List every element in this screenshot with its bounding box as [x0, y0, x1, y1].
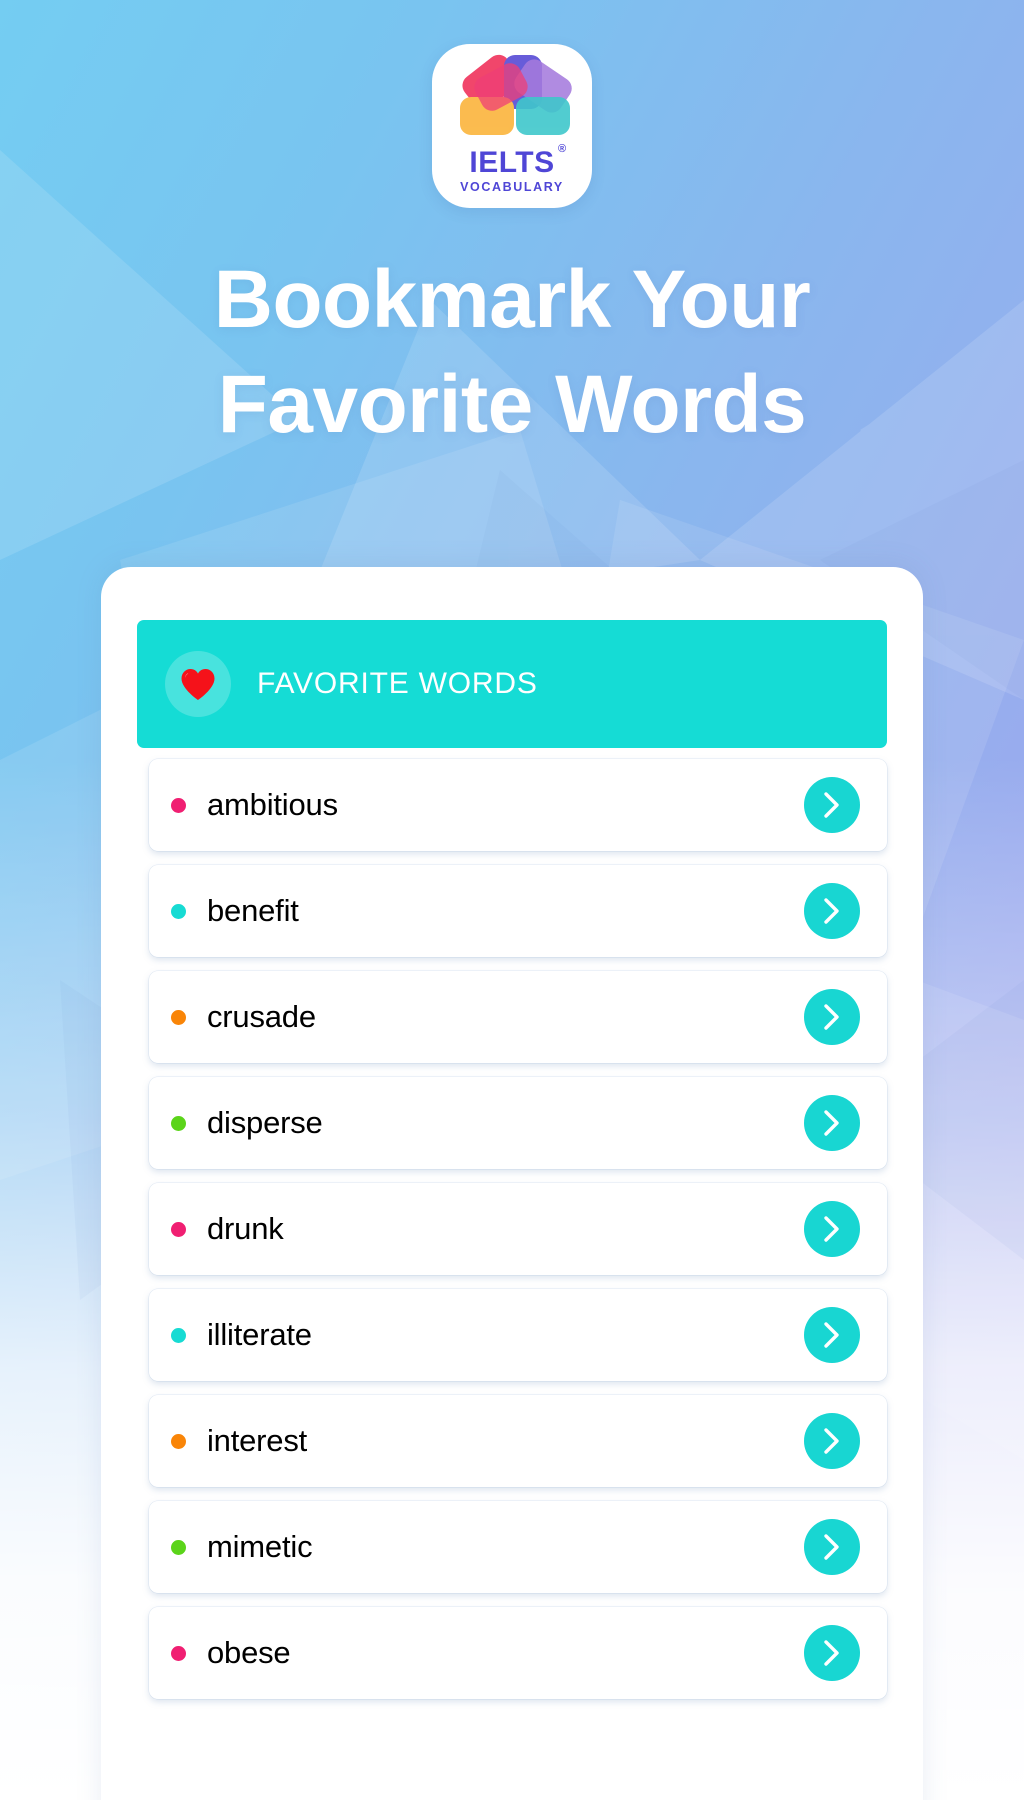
chevron-right-icon[interactable] [804, 883, 860, 939]
favorite-words-title: FAVORITE WORDS [257, 667, 538, 700]
list-item[interactable]: obese [149, 1607, 887, 1699]
page-title-line2: Favorite Words [217, 358, 807, 450]
chevron-right-icon[interactable] [804, 1519, 860, 1575]
word-label: benefit [207, 893, 299, 928]
list-item[interactable]: illiterate [149, 1289, 887, 1381]
chevron-right-icon[interactable] [804, 1625, 860, 1681]
page-title: Bookmark Your Favorite Words [0, 248, 1024, 458]
list-item[interactable]: mimetic [149, 1501, 887, 1593]
word-bullet-icon [171, 1645, 186, 1661]
promo-screen: IELTS ® VOCABULARY Bookmark Your Favorite… [0, 0, 1024, 1800]
chevron-right-icon[interactable] [804, 1413, 860, 1469]
chevron-right-icon[interactable] [804, 1307, 860, 1363]
list-item[interactable]: ambitious [149, 759, 887, 851]
list-item[interactable]: drunk [149, 1183, 887, 1275]
favorite-words-header: FAVORITE WORDS [137, 620, 887, 748]
list-item[interactable]: disperse [149, 1077, 887, 1169]
page-title-line1: Bookmark Your [213, 254, 811, 345]
word-label: obese [207, 1635, 291, 1670]
chevron-right-icon[interactable] [804, 777, 860, 833]
chevron-right-icon[interactable] [804, 1095, 860, 1151]
word-label: disperse [207, 1105, 323, 1140]
list-item[interactable]: interest [149, 1395, 887, 1487]
word-bullet-icon [171, 1539, 186, 1555]
word-label: illiterate [207, 1317, 312, 1352]
app-logo-name: IELTS ® [469, 143, 567, 179]
app-logo-tile: IELTS ® VOCABULARY [432, 44, 592, 208]
chevron-right-icon[interactable] [804, 989, 860, 1045]
list-item[interactable]: benefit [149, 865, 887, 957]
word-label: crusade [207, 999, 316, 1034]
word-bullet-icon [171, 1327, 186, 1343]
word-bullet-icon [171, 797, 186, 813]
app-logo-subtitle: VOCABULARY [460, 180, 564, 194]
word-label: ambitious [207, 787, 338, 822]
word-bullet-icon [171, 1009, 186, 1025]
pinwheel-petals-icon [446, 53, 578, 149]
registered-mark-icon: ® [558, 143, 567, 155]
chevron-right-icon[interactable] [804, 1201, 860, 1257]
heart-icon [165, 651, 231, 717]
app-logo-text: IELTS ® VOCABULARY [432, 143, 592, 194]
word-bullet-icon [171, 1433, 186, 1449]
word-list: ambitious benefit crusade disperse drunk… [101, 759, 923, 1800]
word-bullet-icon [171, 903, 186, 919]
word-label: drunk [207, 1211, 284, 1246]
word-label: mimetic [207, 1529, 313, 1564]
phone-mockup: FAVORITE WORDS ambitious benefit crusade [101, 567, 923, 1800]
word-bullet-icon [171, 1115, 186, 1131]
list-item[interactable]: crusade [149, 971, 887, 1063]
app-logo: IELTS ® VOCABULARY [432, 44, 592, 208]
word-bullet-icon [171, 1221, 186, 1237]
word-label: interest [207, 1423, 308, 1458]
